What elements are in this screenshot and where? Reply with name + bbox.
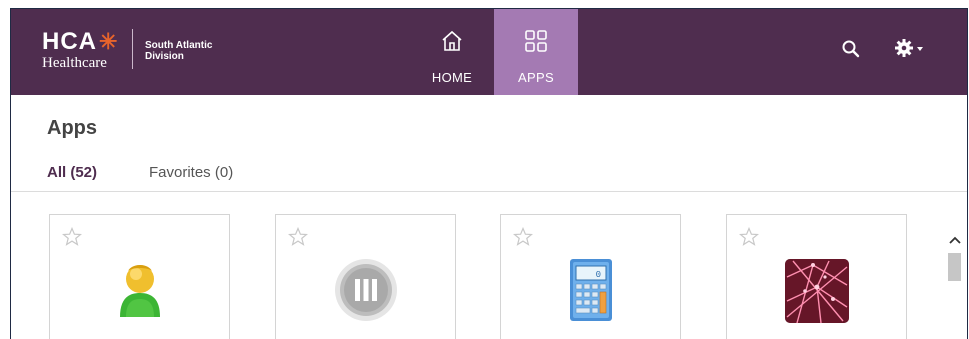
logo-subtext: Healthcare bbox=[42, 55, 107, 71]
tab-all[interactable]: All (52) bbox=[47, 164, 97, 181]
user-profile-icon bbox=[119, 265, 160, 317]
favorite-star-icon[interactable] bbox=[513, 227, 533, 247]
app-card[interactable] bbox=[49, 214, 230, 339]
scrollbar-thumb[interactable] bbox=[948, 253, 961, 281]
home-icon bbox=[442, 30, 462, 51]
favorite-star-icon[interactable] bbox=[739, 227, 759, 247]
apps-grid-icon bbox=[525, 30, 547, 52]
hca-healthcare-logo[interactable]: HCA✳ Healthcare bbox=[42, 28, 119, 71]
division-line-1: South Atlantic bbox=[145, 40, 213, 51]
logo-divider bbox=[132, 29, 133, 69]
chevron-down-icon bbox=[917, 47, 923, 51]
app-frame: HCA✳ Healthcare South Atlantic Division … bbox=[10, 8, 968, 339]
top-navigation-bar: HCA✳ Healthcare South Atlantic Division … bbox=[11, 9, 967, 95]
app-card[interactable] bbox=[726, 214, 907, 339]
division-line-2: Division bbox=[145, 51, 184, 62]
network-mesh-icon bbox=[784, 259, 849, 324]
search-icon[interactable] bbox=[841, 39, 861, 59]
division-name: South Atlantic Division bbox=[145, 40, 212, 62]
scroll-up-arrow-icon[interactable] bbox=[949, 235, 961, 245]
favorite-star-icon[interactable] bbox=[62, 227, 82, 247]
page-title: Apps bbox=[47, 117, 97, 139]
pause-circle-icon bbox=[334, 259, 397, 321]
svg-text:0: 0 bbox=[595, 270, 600, 280]
nav-home[interactable]: HOME bbox=[410, 9, 494, 95]
app-card[interactable]: 0 bbox=[500, 214, 681, 339]
favorite-star-icon[interactable] bbox=[288, 227, 308, 247]
tab-favorites[interactable]: Favorites (0) bbox=[149, 164, 233, 181]
nav-apps-label: APPS bbox=[518, 70, 554, 85]
gear-icon[interactable] bbox=[893, 37, 925, 59]
vertical-scrollbar[interactable] bbox=[945, 229, 965, 339]
calculator-icon: 0 bbox=[569, 259, 612, 321]
logo-star-icon: ✳ bbox=[99, 29, 119, 54]
logo-text: HCA bbox=[42, 28, 97, 55]
nav-apps[interactable]: APPS bbox=[494, 9, 578, 95]
tabs-divider bbox=[11, 191, 967, 192]
nav-home-label: HOME bbox=[431, 70, 473, 85]
app-card[interactable] bbox=[275, 214, 456, 339]
